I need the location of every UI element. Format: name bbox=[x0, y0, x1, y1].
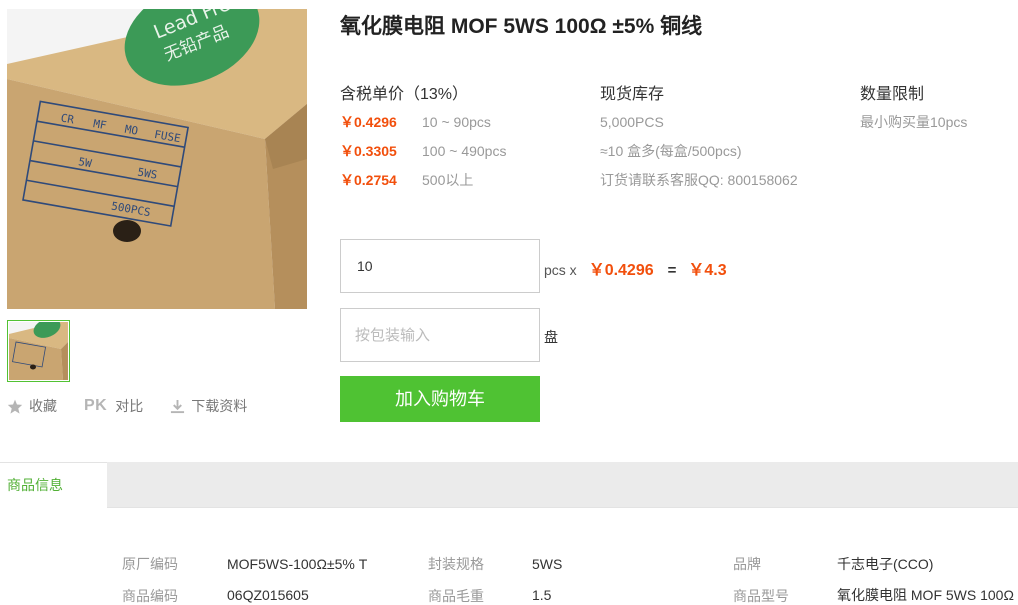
stock-column: 现货库存 5,000PCS ≈10 盒多(每盒/500pcs) 订货请联系客服Q… bbox=[600, 80, 798, 199]
spec-value: 5WS bbox=[532, 556, 563, 572]
detail-tab-bar: 商品信息 bbox=[0, 462, 1018, 508]
tier-qty: 500以上 bbox=[422, 172, 474, 188]
total-price: ￥4.3 bbox=[688, 262, 727, 279]
add-to-cart-button[interactable]: 加入购物车 bbox=[340, 376, 540, 422]
spec-label: 商品编码 bbox=[122, 588, 178, 604]
price-column: 含税单价（13%） ￥0.4296 10 ~ 90pcs ￥0.3305 100… bbox=[340, 80, 506, 199]
tab-product-info[interactable]: 商品信息 bbox=[0, 462, 107, 508]
price-tier: ￥0.3305 100 ~ 490pcs bbox=[340, 141, 506, 170]
min-order: 最小购买量10pcs bbox=[860, 114, 968, 130]
box-type-cr: CR bbox=[60, 111, 76, 126]
spec-value: 氧化膜电阻 MOF 5WS 100Ω bbox=[837, 587, 1014, 603]
download-icon bbox=[171, 399, 185, 413]
quantity-unit: pcs x bbox=[544, 262, 577, 278]
box-type-mf: MF bbox=[92, 117, 107, 132]
spec-label: 品牌 bbox=[733, 556, 761, 572]
price-tier: ￥0.4296 10 ~ 90pcs bbox=[340, 112, 506, 141]
stock-amount: 5,000PCS bbox=[600, 114, 664, 130]
spec-label: 封装规格 bbox=[428, 556, 484, 572]
product-title: 氧化膜电阻 MOF 5WS 100Ω ±5% 铜线 bbox=[340, 15, 703, 38]
tier-price: ￥0.2754 bbox=[340, 172, 397, 188]
stock-contact: 订货请联系客服QQ: 800158062 bbox=[600, 172, 798, 188]
favorite-label: 收藏 bbox=[29, 398, 57, 414]
box-type-mo: MO bbox=[124, 123, 139, 138]
spec-label: 商品型号 bbox=[733, 588, 789, 604]
unit-price: ￥0.4296 bbox=[588, 262, 654, 279]
favorite-action[interactable]: 收藏 bbox=[7, 396, 57, 416]
spec-label: 原厂编码 bbox=[122, 556, 178, 572]
stock-header: 现货库存 bbox=[600, 86, 665, 103]
package-unit: 盘 bbox=[544, 329, 558, 345]
tier-qty: 100 ~ 490pcs bbox=[422, 143, 507, 159]
package-input[interactable] bbox=[340, 308, 540, 362]
tier-qty: 10 ~ 90pcs bbox=[422, 114, 491, 130]
star-icon bbox=[7, 399, 23, 414]
price-header: 含税单价（13%） bbox=[340, 86, 469, 103]
price-calculation: pcs x ￥0.4296 = ￥4.3 bbox=[544, 256, 727, 280]
spec-label: 商品毛重 bbox=[428, 588, 484, 604]
tier-price: ￥0.3305 bbox=[340, 143, 397, 159]
quantity-input[interactable] bbox=[340, 239, 540, 293]
download-label: 下载资料 bbox=[191, 398, 248, 414]
compare-label: 对比 bbox=[115, 398, 144, 414]
product-main-image: Lead Free 无铅产品 CR MF MO FUSE 5W 5WS 500P… bbox=[7, 9, 307, 309]
spec-value: 06QZ015605 bbox=[227, 587, 309, 603]
spec-value: MOF5WS-100Ω±5% T bbox=[227, 556, 368, 572]
limit-column: 数量限制 最小购买量10pcs bbox=[860, 80, 967, 141]
spec-value: 1.5 bbox=[532, 587, 552, 603]
box-watt: 5W bbox=[77, 155, 93, 170]
pk-icon: PK bbox=[84, 397, 108, 414]
limit-header: 数量限制 bbox=[860, 86, 925, 103]
compare-action[interactable]: PK 对比 bbox=[84, 396, 143, 416]
equals-sign: = bbox=[667, 262, 677, 279]
product-thumbnail[interactable] bbox=[7, 318, 70, 382]
download-action[interactable]: 下载资料 bbox=[170, 396, 247, 416]
price-tier: ￥0.2754 500以上 bbox=[340, 170, 506, 199]
tier-price: ￥0.4296 bbox=[340, 114, 397, 130]
product-actions: 收藏 PK 对比 下载资料 bbox=[7, 396, 274, 416]
spec-value: 千志电子(CCO) bbox=[837, 556, 934, 572]
stock-boxes: ≈10 盒多(每盒/500pcs) bbox=[600, 143, 742, 159]
